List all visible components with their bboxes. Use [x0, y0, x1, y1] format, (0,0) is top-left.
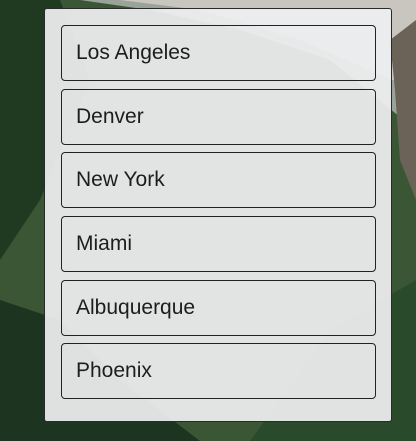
list-item-new-york[interactable]: New York: [61, 152, 376, 208]
city-list-panel: Los Angeles Denver New York Miami Albuqu…: [44, 8, 392, 422]
list-item-miami[interactable]: Miami: [61, 216, 376, 272]
list-item-denver[interactable]: Denver: [61, 89, 376, 145]
list-item-albuquerque[interactable]: Albuquerque: [61, 280, 376, 336]
list-item-los-angeles[interactable]: Los Angeles: [61, 25, 376, 81]
list-item-phoenix[interactable]: Phoenix: [61, 343, 376, 399]
